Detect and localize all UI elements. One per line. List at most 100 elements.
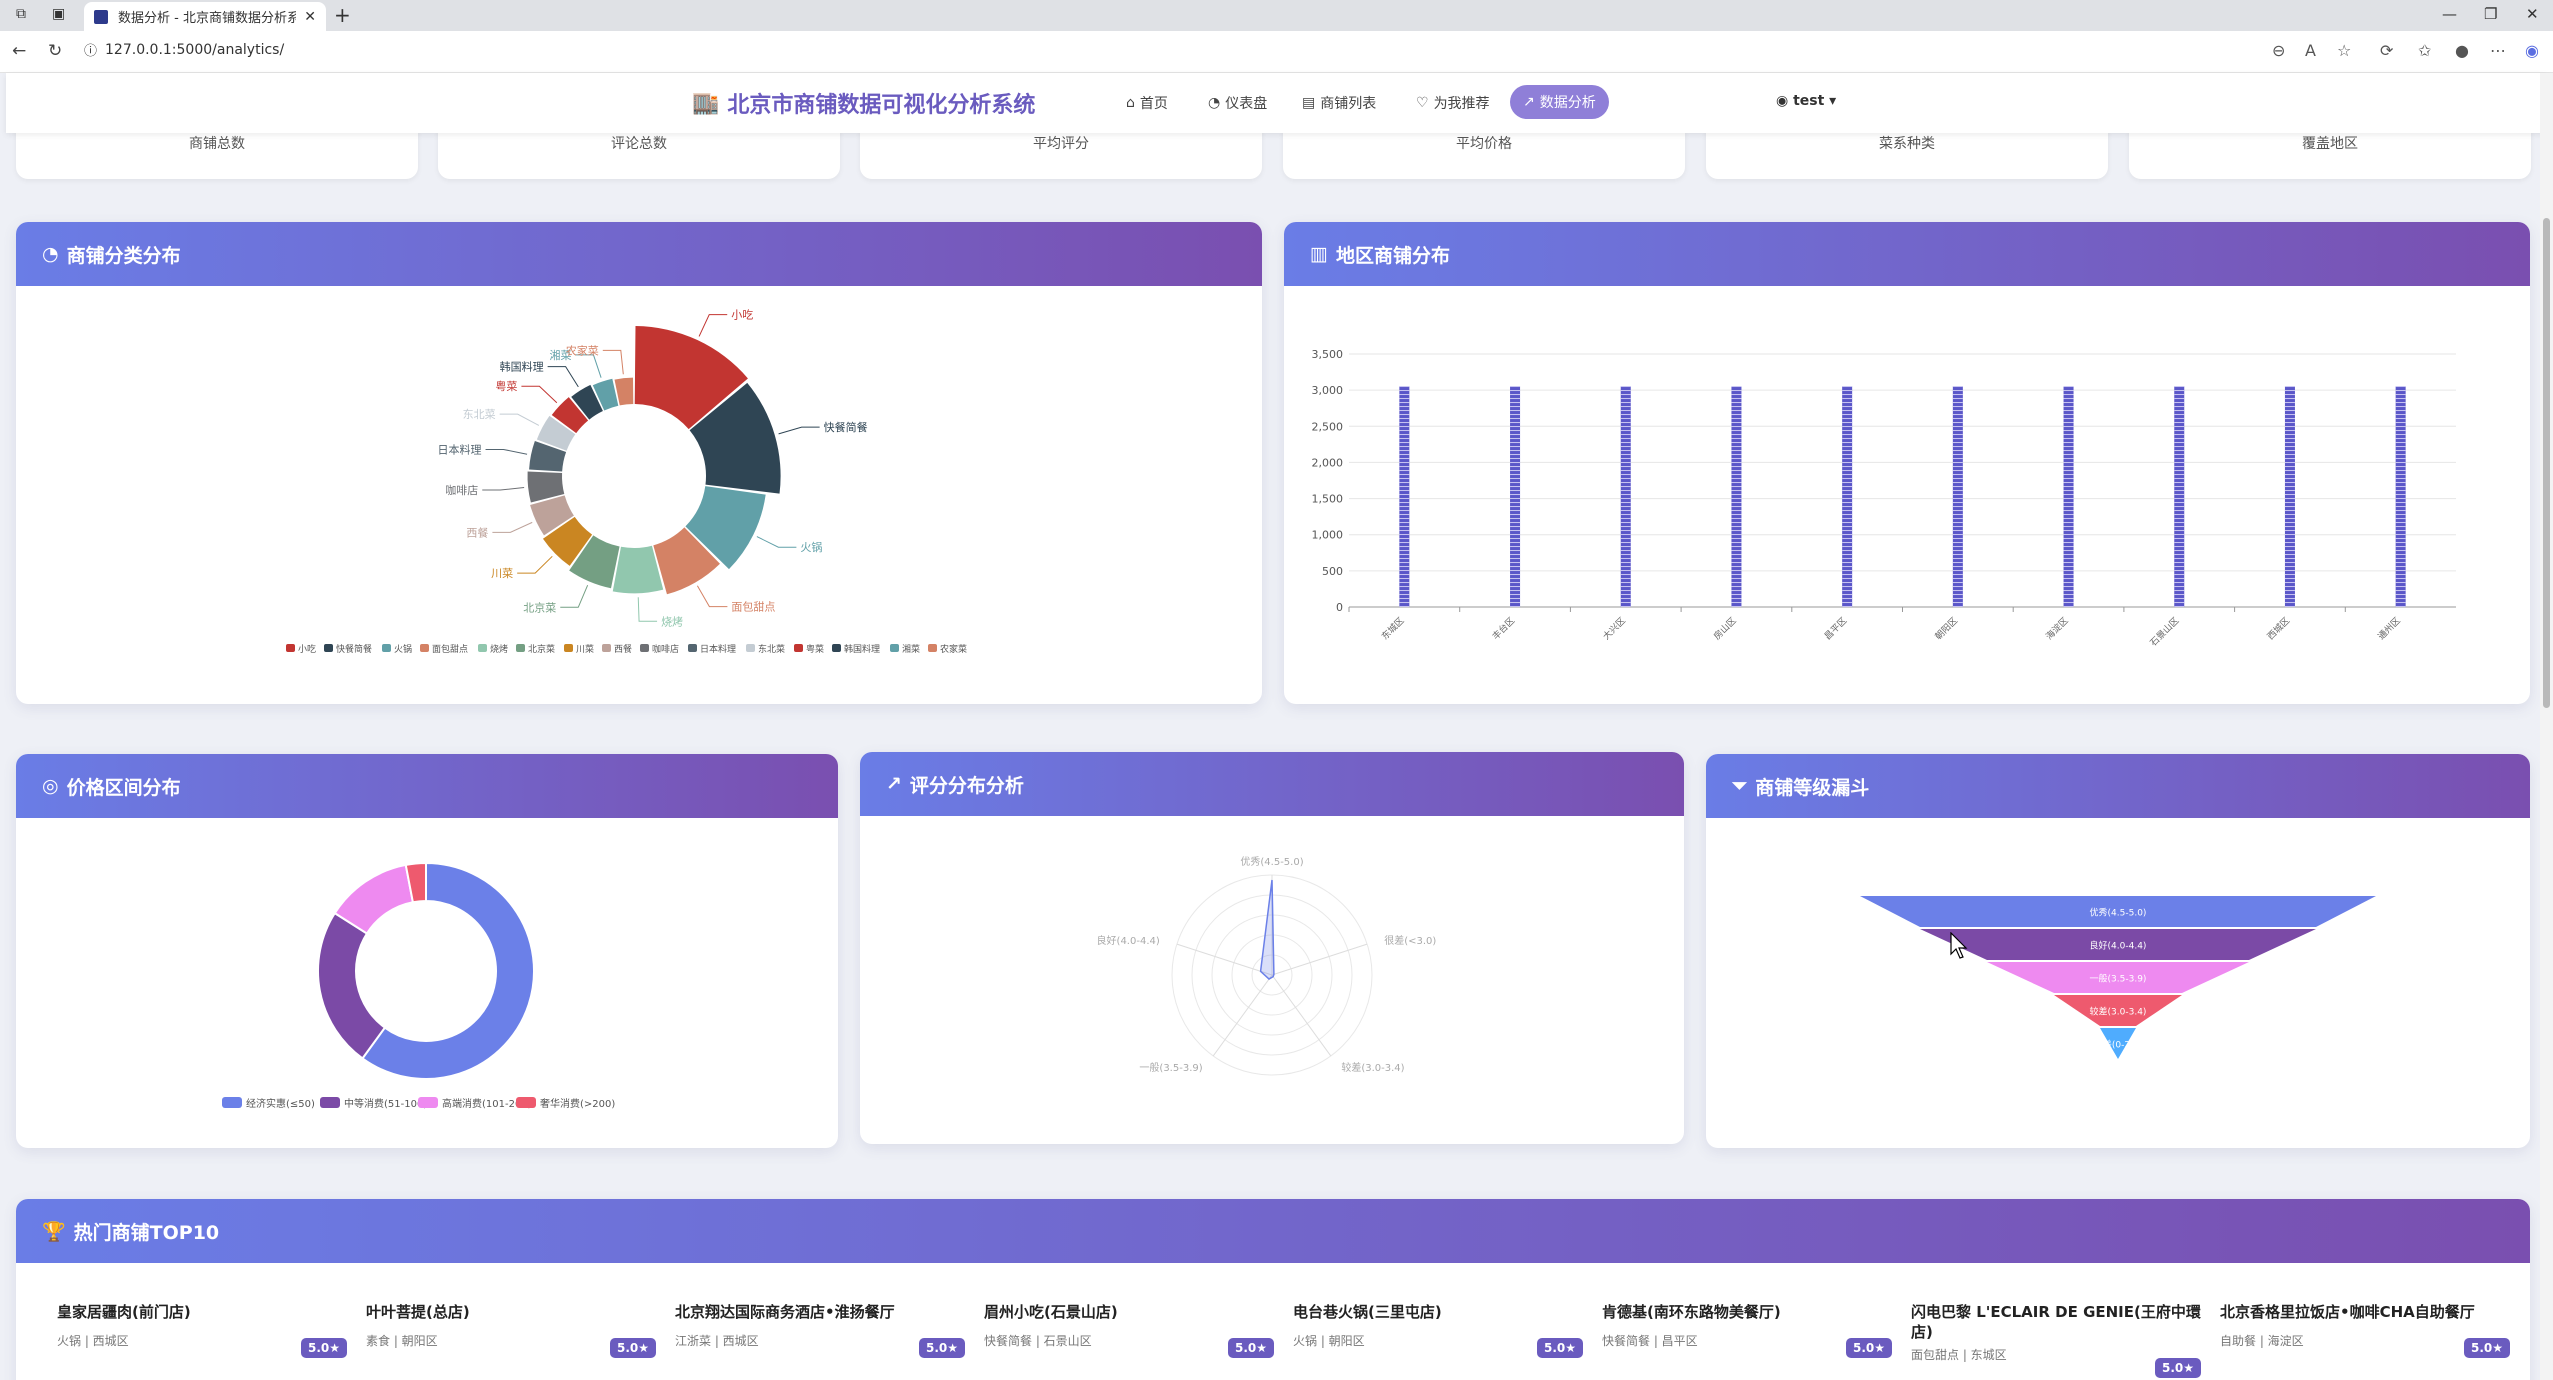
radar-axis — [1176, 943, 1273, 976]
panel-header: ↗ 评分分布分析 — [860, 752, 1684, 816]
funnel-chart[interactable]: 优秀(4.5-5.0) 良好(4.0-4.4) 一般(3.5-3.9) 较差(3.0-… — [1706, 818, 2530, 1148]
profile-icon[interactable]: ● — [2455, 41, 2469, 60]
brand-title: 北京市商铺数据可视化分析系统 — [727, 93, 1036, 118]
url-field[interactable]: ⓘ 127.0.0.1:5000/analytics/ — [84, 40, 284, 60]
category-label: 韩国料理 — [500, 360, 544, 374]
score-badge: 5.0★ — [1845, 1338, 1892, 1358]
close-tab-icon[interactable]: ✕ — [304, 9, 316, 25]
legend-label: 西餐 — [614, 643, 632, 655]
zoom-icon[interactable]: ⊖ — [2272, 41, 2285, 60]
nav-shop-list[interactable]: ▤ 商铺列表 — [1302, 93, 1376, 113]
favorites-bar-icon[interactable]: ✩ — [2418, 41, 2431, 60]
favorite-icon[interactable]: ☆ — [2337, 41, 2351, 60]
category-label: 农家菜 — [566, 343, 599, 357]
browser-tab[interactable]: 数据分析 - 北京商铺数据分析系统 ✕ — [84, 2, 326, 31]
top10-item[interactable]: 电台巷火锅(三里屯店) 火锅 | 朝阳区 5.0★ — [1293, 1302, 1583, 1358]
region-chart[interactable]: 0 500 1,000 1,500 2,000 2,500 3,000 3,500 东城区 丰台区… — [1284, 286, 2530, 704]
copilot-icon[interactable]: ◉ — [2525, 41, 2539, 60]
shop-name[interactable]: 肯德基(南环东路物美餐厅) — [1602, 1302, 1892, 1322]
shop-name[interactable]: 闪电巴黎 L'ECLAIR DE GENIE(王府中環店) — [1911, 1302, 2201, 1342]
legend-label: 小吃 — [298, 643, 316, 655]
caret-down-icon: ▾ — [1824, 93, 1837, 109]
back-icon[interactable]: ← — [12, 41, 26, 61]
top10-item[interactable]: 肯德基(南环东路物美餐厅) 快餐简餐 | 昌平区 5.0★ — [1602, 1302, 1892, 1358]
info-icon[interactable]: ⓘ — [84, 40, 97, 59]
radar-label: 优秀(4.5-5.0) — [1240, 855, 1303, 868]
scrollbar-thumb[interactable] — [2543, 218, 2550, 708]
funnel-label: 很差(0-2.9) — [2094, 1039, 2142, 1051]
panel-title: 商铺等级漏斗 — [1755, 776, 1870, 799]
y-tick-label: 500 — [1322, 565, 1343, 578]
score-badge: 5.0★ — [1536, 1338, 1583, 1358]
panel-header: ◔ 商铺分类分布 — [16, 222, 1262, 286]
top10-item[interactable]: 眉州小吃(石景山店) 快餐简餐 | 石景山区 5.0★ — [984, 1302, 1274, 1358]
category-label: 火锅 — [800, 541, 822, 554]
stat-card-cuisines: 菜系种类 — [1706, 125, 2108, 179]
nav-label: 首页 — [1139, 96, 1168, 112]
extensions-icon[interactable]: ⟳ — [2380, 41, 2393, 60]
nav-home[interactable]: ⌂ 首页 — [1126, 93, 1168, 113]
rating-chart[interactable]: 优秀(4.5-5.0) 很差(<3.0) 较差(3.0-3.4) 一般(3.5-3.9… — [860, 816, 1684, 1144]
legend-swatch — [478, 644, 487, 652]
legend-swatch — [420, 644, 429, 652]
funnel-label: 良好(4.0-4.4) — [2090, 940, 2147, 952]
legend-label: 中等消费(51-100) — [344, 1097, 427, 1110]
shop-icon: ▤ — [1302, 95, 1316, 111]
top10-item[interactable]: 闪电巴黎 L'ECLAIR DE GENIE(王府中環店) 面包甜点 | 东城区 5… — [1911, 1302, 2201, 1378]
window-close-icon[interactable]: ✕ — [2526, 5, 2539, 23]
radar-label: 一般(3.5-3.9) — [1139, 1061, 1202, 1074]
favicon-icon — [94, 9, 108, 24]
reload-icon[interactable]: ↻ — [48, 41, 62, 61]
legend-swatch — [890, 644, 899, 652]
nav-dashboard[interactable]: ◔ 仪表盘 — [1208, 93, 1267, 113]
new-tab-icon[interactable]: + — [334, 3, 351, 27]
stat-card-price: 平均价格 — [1283, 125, 1685, 179]
price-chart[interactable]: 经济实惠(≤50) 中等消费(51-100) 高端消费(101-200) 奢华消费(>… — [16, 818, 838, 1148]
workspaces-icon[interactable]: ⧉ — [16, 6, 26, 22]
user-menu[interactable]: ◉ test ▾ — [1776, 93, 1836, 109]
panel-title: 热门商铺TOP10 — [73, 1221, 220, 1244]
more-icon[interactable]: ⋯ — [2490, 41, 2506, 60]
category-label: 粤菜 — [495, 379, 517, 393]
panel-title: 价格区间分布 — [66, 776, 181, 799]
restore-icon[interactable]: ❐ — [2484, 5, 2497, 23]
legend-swatch — [286, 644, 295, 652]
shop-name[interactable]: 电台巷火锅(三里屯店) — [1293, 1302, 1583, 1322]
user-name: test — [1793, 93, 1825, 109]
shop-name[interactable]: 皇家居疆肉(前门店) — [57, 1302, 347, 1322]
pie-icon: ◔ — [42, 243, 59, 265]
shop-name[interactable]: 北京香格里拉饭店•咖啡CHA自助餐厅 — [2220, 1302, 2510, 1322]
radar-axis — [1271, 974, 1332, 1057]
category-chart[interactable]: 小吃快餐简餐火锅面包甜点烧烤北京菜川菜西餐咖啡店日本料理东北菜粤菜韩国料理湘菜农… — [16, 286, 1262, 704]
legend-swatch — [928, 644, 937, 652]
legend-swatch — [516, 1097, 536, 1108]
trend-icon: ↗ — [886, 773, 902, 795]
top10-item[interactable]: 皇家居疆肉(前门店) 火锅 | 西城区 5.0★ — [57, 1302, 347, 1358]
brand[interactable]: 🏬 北京市商铺数据可视化分析系统 — [692, 87, 1035, 119]
x-tick-label: 海淀区 — [2043, 615, 2071, 643]
category-label: 西餐 — [466, 525, 488, 539]
x-tick-label: 朝阳区 — [1933, 615, 1960, 642]
region-bar — [1620, 386, 1631, 607]
category-label-line — [517, 555, 553, 574]
x-tick-label: 东城区 — [1379, 615, 1407, 643]
shop-name[interactable]: 北京翔达国际商务酒店•淮扬餐厅 — [675, 1302, 965, 1322]
legend-swatch — [516, 644, 525, 652]
page-scrollbar[interactable] — [2540, 73, 2553, 1380]
minimize-icon[interactable]: — — [2442, 5, 2457, 23]
top10-item[interactable]: 北京翔达国际商务酒店•淮扬餐厅 江浙菜 | 西城区 5.0★ — [675, 1302, 965, 1358]
category-label: 川菜 — [491, 567, 513, 580]
legend-label: 北京菜 — [528, 643, 555, 655]
shop-name[interactable]: 眉州小吃(石景山店) — [984, 1302, 1274, 1322]
shop-name[interactable]: 叶叶菩提(总店) — [366, 1302, 656, 1322]
nav-analytics[interactable]: ↗ 数据分析 — [1510, 85, 1609, 119]
nav-recommend[interactable]: ♡ 为我推荐 — [1416, 93, 1490, 113]
region-bar — [2063, 386, 2074, 607]
y-tick-label: 1,000 — [1312, 529, 1344, 542]
top10-item[interactable]: 北京香格里拉饭店•咖啡CHA自助餐厅 自助餐 | 海淀区 5.0★ — [2220, 1302, 2510, 1358]
category-label: 烧烤 — [661, 614, 683, 628]
tab-actions-icon[interactable]: ▣ — [52, 6, 65, 22]
read-aloud-icon[interactable]: A — [2305, 41, 2316, 60]
top10-item[interactable]: 叶叶菩提(总店) 素食 | 朝阳区 5.0★ — [366, 1302, 656, 1358]
nav-label: 数据分析 — [1539, 95, 1596, 111]
